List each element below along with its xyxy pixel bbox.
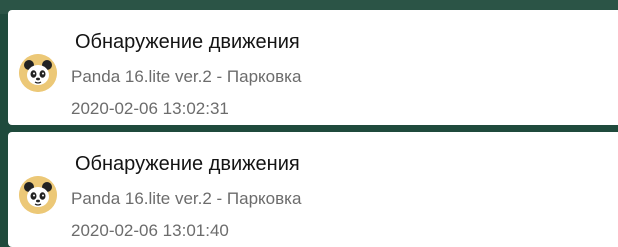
panda-icon <box>19 54 57 92</box>
notification-card[interactable]: Обнаружение движения Panda 16.lite ver.2… <box>8 132 618 247</box>
notification-source: Panda 16.lite ver.2 - Парковка <box>71 189 302 208</box>
notification-title: Обнаружение движения <box>75 153 300 175</box>
notification-title: Обнаружение движения <box>75 31 300 53</box>
notification-source: Panda 16.lite ver.2 - Парковка <box>71 67 302 86</box>
notification-card[interactable]: Обнаружение движения Panda 16.lite ver.2… <box>8 10 618 125</box>
panda-icon <box>19 176 57 214</box>
notification-timestamp: 2020-02-06 13:02:31 <box>71 99 229 118</box>
notification-timestamp: 2020-02-06 13:01:40 <box>71 221 229 240</box>
